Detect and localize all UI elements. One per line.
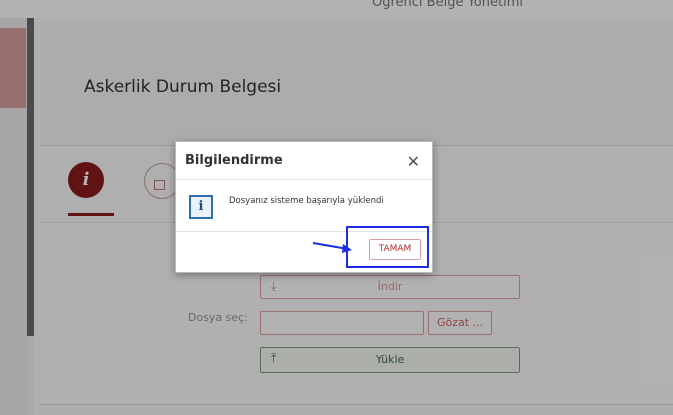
pointer-arrow-icon — [312, 242, 352, 253]
